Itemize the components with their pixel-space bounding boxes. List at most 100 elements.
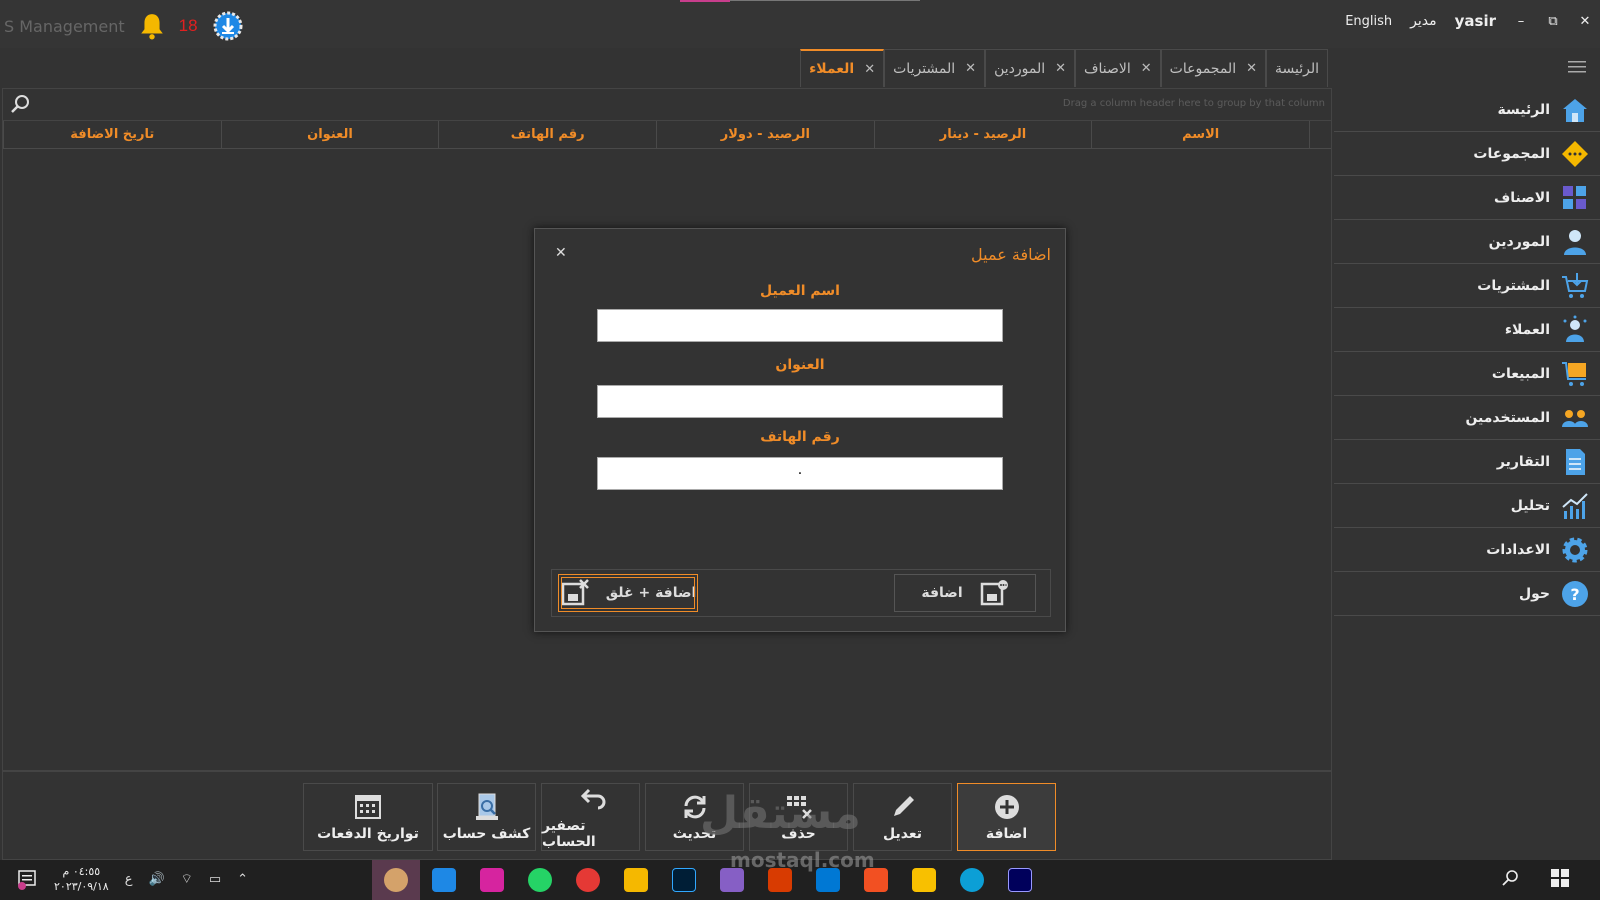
sidebar-item-users[interactable]: المستخدمين <box>1334 396 1600 440</box>
users-icon <box>1562 409 1588 427</box>
taskbar-app-chrome[interactable] <box>564 860 612 900</box>
close-icon[interactable]: ✕ <box>965 61 976 76</box>
notifications-icon[interactable] <box>16 868 38 890</box>
close-icon[interactable]: ✕ <box>1246 61 1257 76</box>
sidebar-item-label: الموردين <box>1488 233 1550 250</box>
toolbar-label: اضافة <box>985 826 1028 842</box>
sidebar-item-label: تحليل <box>1510 497 1550 514</box>
app-globe-icon <box>384 868 408 892</box>
chevron-up-icon[interactable]: ⌃ <box>237 872 248 887</box>
tab-suppliers[interactable]: الموردين ✕ <box>985 49 1075 87</box>
column-header-phone[interactable]: رقم الهاتف <box>438 121 656 148</box>
toolbar-reset-account-button[interactable]: تصفير الحساب <box>541 783 640 851</box>
watermark-logo: مستقل <box>700 788 861 839</box>
input-language[interactable]: ع <box>125 872 133 887</box>
help-icon: ? <box>1562 580 1588 607</box>
calendar-icon <box>355 795 381 819</box>
premiere-icon <box>1008 868 1032 892</box>
search-icon[interactable] <box>9 93 31 115</box>
taskbar-app-photoshop[interactable] <box>660 860 708 900</box>
sidebar-item-reports[interactable]: التقارير <box>1334 440 1600 484</box>
reports-icon <box>1566 448 1585 475</box>
sidebar-item-about[interactable]: ? حول <box>1334 572 1600 616</box>
taskbar-app-tool[interactable] <box>612 860 660 900</box>
toolbar-edit-button[interactable]: تعديل <box>853 783 952 851</box>
dialog-title: اضافة عميل <box>971 245 1051 264</box>
volume-icon[interactable]: 🔊 <box>148 872 164 887</box>
clock-date: ٢٠٢٣/٠٩/١٨ <box>54 880 109 893</box>
user-role: مدير <box>1410 13 1437 29</box>
close-window-button[interactable]: ✕ <box>1578 14 1592 29</box>
windows-start-icon[interactable] <box>1550 868 1570 888</box>
tab-purchases[interactable]: المشتريات ✕ <box>884 49 986 87</box>
tab-groups[interactable]: المجموعات ✕ <box>1160 49 1266 87</box>
clock[interactable]: ٠٤:٥٥ م ٢٠٢٣/٠٩/١٨ <box>54 864 109 894</box>
column-header-date-added[interactable]: تاريخ الاضافة <box>2 121 221 148</box>
sidebar-item-label: المستخدمين <box>1465 409 1550 426</box>
sidebar-item-groups[interactable]: المجموعات <box>1334 132 1600 176</box>
download-update-icon[interactable] <box>212 10 244 42</box>
sidebar-item-categories[interactable]: الاصناف <box>1334 176 1600 220</box>
sidebar-item-sales[interactable]: المبيعات <box>1334 352 1600 396</box>
toolbar-label: تواريخ الدفعات <box>317 826 419 842</box>
column-header-name[interactable]: الاسم <box>1091 121 1309 148</box>
taskbar-app-active[interactable] <box>372 860 420 900</box>
maximize-button[interactable]: ⧉ <box>1546 14 1560 29</box>
taskbar: ٠٤:٥٥ م ٢٠٢٣/٠٩/١٨ ع 🔊 ⌔ ▭ ⌃ mostaql.com <box>0 848 1600 900</box>
customer-name-input[interactable] <box>597 309 1003 342</box>
sidebar-item-label: حول <box>1518 585 1550 602</box>
dialog-close-button[interactable]: ✕ <box>555 245 567 261</box>
sidebar-item-suppliers[interactable]: الموردين <box>1334 220 1600 264</box>
sidebar-item-settings[interactable]: الاعدادات <box>1334 528 1600 572</box>
tab-customers[interactable]: العملاء ✕ <box>800 49 885 87</box>
save-add-icon <box>980 580 1008 606</box>
search-icon[interactable] <box>1500 868 1520 888</box>
customer-name-label: اسم العميل <box>760 283 840 299</box>
column-header-balance-dinar[interactable]: الرصيد - دينار <box>873 121 1092 148</box>
toolbar-payment-dates-button[interactable]: تواريخ الدفعات <box>303 783 433 851</box>
app-title: S Management <box>4 16 125 36</box>
close-icon[interactable]: ✕ <box>1055 61 1066 76</box>
add-close-button[interactable]: اضافة + غلق <box>558 574 698 612</box>
bell-icon[interactable] <box>139 12 165 40</box>
grid-header-row: الاسم الرصيد - دينار الرصيد - دولار رقم … <box>2 121 1331 149</box>
taskbar-app-edge[interactable] <box>948 860 996 900</box>
column-header-address[interactable]: العنوان <box>220 121 439 148</box>
toolbar-add-button[interactable]: اضافة <box>957 783 1056 851</box>
minimize-button[interactable]: – <box>1514 14 1528 29</box>
sidebar-item-purchases[interactable]: المشتريات <box>1334 264 1600 308</box>
plus-circle-icon <box>994 795 1019 819</box>
toolbar-statement-button[interactable]: كشف حساب <box>437 783 536 851</box>
group-panel[interactable]: Drag a column header here to group by th… <box>3 89 1331 121</box>
sidebar-item-analysis[interactable]: تحليل <box>1334 484 1600 528</box>
sidebar-item-label: التقارير <box>1496 453 1550 470</box>
instagram-icon <box>480 868 504 892</box>
sidebar-item-home[interactable]: الرئيسة <box>1334 88 1600 132</box>
taskbar-app-video[interactable] <box>420 860 468 900</box>
address-input[interactable] <box>597 385 1003 418</box>
language-switch[interactable]: English <box>1345 14 1392 29</box>
add-button[interactable]: اضافة <box>894 574 1036 612</box>
battery-icon[interactable]: ▭ <box>209 872 221 887</box>
address-label: العنوان <box>775 357 825 373</box>
tab-categories[interactable]: الاصناف ✕ <box>1075 49 1161 87</box>
phone-input[interactable] <box>597 457 1003 490</box>
column-header-balance-dollar[interactable]: الرصيد - دولار <box>655 121 874 148</box>
close-icon[interactable]: ✕ <box>864 62 875 77</box>
taskbar-app-premiere[interactable] <box>996 860 1044 900</box>
app-window: S Management 18 English مدير yasir – ⧉ ✕… <box>0 0 1600 860</box>
tab-label: الاصناف <box>1084 60 1131 77</box>
add-customer-dialog: اضافة عميل ✕ اسم العميل العنوان رقم الها… <box>534 228 1066 632</box>
suppliers-icon <box>1564 229 1586 255</box>
toolbar-label: تعديل <box>883 826 922 842</box>
taskbar-app-whatsapp[interactable] <box>516 860 564 900</box>
taskbar-app-instagram[interactable] <box>468 860 516 900</box>
hamburger-menu-icon[interactable] <box>1568 60 1586 74</box>
taskbar-app-explorer[interactable] <box>900 860 948 900</box>
wifi-icon[interactable]: ⌔ <box>181 871 193 887</box>
tab-home[interactable]: الرئيسة <box>1266 49 1328 87</box>
chrome-icon <box>576 868 600 892</box>
settings-gear-icon <box>1562 537 1588 562</box>
close-icon[interactable]: ✕ <box>1141 61 1152 76</box>
sidebar-item-customers[interactable]: العملاء <box>1334 308 1600 352</box>
